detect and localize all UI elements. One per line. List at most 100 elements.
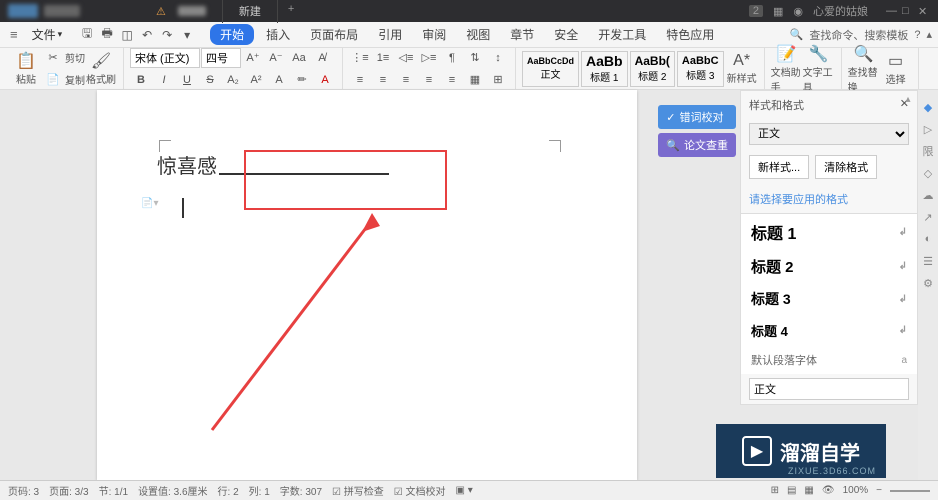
notification-badge[interactable]: 2: [749, 5, 763, 17]
document-tab-2[interactable]: 新建: [223, 0, 278, 23]
tab-start[interactable]: 开始: [210, 24, 254, 45]
clear-format-panel-button[interactable]: 清除格式: [815, 155, 877, 179]
tab-layout[interactable]: 页面布局: [302, 24, 366, 45]
status-spell-check[interactable]: ☑ 拼写检查: [332, 483, 384, 498]
sidebar-styles-icon[interactable]: ◆: [921, 100, 935, 114]
strikethrough-icon[interactable]: S: [200, 70, 220, 90]
superscript-icon[interactable]: A²: [246, 70, 266, 90]
doc-assist-button[interactable]: 📝文档助手: [771, 44, 803, 94]
spell-check-button[interactable]: ✓ 错词校对: [658, 105, 736, 129]
view-read-icon[interactable]: 👁: [822, 485, 835, 496]
user-avatar-icon[interactable]: ◉: [793, 5, 803, 18]
text-effect-icon[interactable]: A: [269, 70, 289, 90]
hamburger-icon[interactable]: ≡: [6, 25, 22, 44]
style-filter-input[interactable]: [749, 378, 909, 400]
show-marks-icon[interactable]: ¶: [442, 48, 462, 68]
print-icon[interactable]: 🖶: [98, 26, 116, 44]
zoom-out-icon[interactable]: −: [876, 485, 882, 496]
tab-review[interactable]: 审阅: [414, 24, 454, 45]
new-style-button[interactable]: A*新样式: [726, 52, 758, 85]
align-right-icon[interactable]: ≡: [396, 70, 416, 90]
maximize-button[interactable]: □: [902, 5, 914, 17]
distribute-icon[interactable]: ≡: [442, 70, 462, 90]
status-line[interactable]: 行: 2: [218, 483, 239, 498]
style-normal[interactable]: AaBbCcDd 正文: [522, 51, 579, 87]
change-case-icon[interactable]: Aa: [289, 48, 309, 68]
status-page-num[interactable]: 页码: 3: [8, 483, 39, 498]
redo-icon[interactable]: ↷: [158, 26, 176, 44]
status-pages[interactable]: 页面: 3/3: [49, 483, 88, 498]
status-word-count[interactable]: 字数: 307: [280, 483, 322, 498]
paste-button[interactable]: 📋粘贴: [10, 51, 42, 86]
help-icon[interactable]: ?: [914, 29, 920, 41]
document-tab-1[interactable]: ⚠: [140, 0, 223, 23]
tab-security[interactable]: 安全: [546, 24, 586, 45]
sidebar-gear-icon[interactable]: ⚙: [921, 276, 935, 290]
zoom-level[interactable]: 100%: [843, 485, 869, 496]
sidebar-clip-icon[interactable]: ◐: [921, 232, 935, 246]
align-center-icon[interactable]: ≡: [373, 70, 393, 90]
copy-icon[interactable]: 📄: [43, 70, 63, 90]
size-select[interactable]: [201, 48, 241, 68]
style-heading2[interactable]: AaBb( 标题 2: [630, 51, 675, 87]
minimize-button[interactable]: —: [886, 5, 898, 17]
bullet-list-icon[interactable]: ⋮≡: [350, 48, 370, 68]
sidebar-list-icon[interactable]: ☰: [921, 254, 935, 268]
new-tab-button[interactable]: +: [278, 0, 304, 23]
collapse-icon[interactable]: ▴: [926, 28, 932, 41]
align-left-icon[interactable]: ≡: [350, 70, 370, 90]
style-heading3[interactable]: AaBbC 标题 3: [677, 51, 724, 87]
sidebar-cloud-icon[interactable]: ☁: [921, 188, 935, 202]
status-set-value[interactable]: 设置值: 3.6厘米: [138, 483, 207, 498]
highlight-icon[interactable]: ✏: [292, 70, 312, 90]
tab-insert[interactable]: 插入: [258, 24, 298, 45]
dropdown-icon[interactable]: ▾: [178, 26, 196, 44]
tab-special[interactable]: 特色应用: [658, 24, 722, 45]
sidebar-share-icon[interactable]: ↗: [921, 210, 935, 224]
tab-developer[interactable]: 开发工具: [590, 24, 654, 45]
subscript-icon[interactable]: A₂: [223, 70, 243, 90]
increase-font-icon[interactable]: A⁺: [243, 48, 263, 68]
find-replace-button[interactable]: 🔍查找替换: [848, 44, 880, 94]
style-item-h1[interactable]: 标题 1↲: [741, 214, 917, 250]
cut-icon[interactable]: ✂: [43, 48, 63, 68]
status-doc-check[interactable]: ☑ 文档校对: [394, 483, 446, 498]
style-item-default-font[interactable]: 默认段落字体a: [741, 346, 917, 374]
style-item-h3[interactable]: 标题 3↲: [741, 283, 917, 315]
line-spacing-icon[interactable]: ↕: [488, 48, 508, 68]
decrease-font-icon[interactable]: A⁻: [266, 48, 286, 68]
sidebar-shape-icon[interactable]: ◇: [921, 166, 935, 180]
style-item-h2[interactable]: 标题 2↲: [741, 250, 917, 283]
view-mode-icon[interactable]: ⊞: [771, 485, 779, 496]
select-button[interactable]: ▭选择: [880, 51, 912, 86]
style-item-h4[interactable]: 标题 4↲: [741, 315, 917, 346]
indent-decrease-icon[interactable]: ◁≡: [396, 48, 416, 68]
status-section[interactable]: 节: 1/1: [99, 483, 128, 498]
underline-icon[interactable]: U: [177, 70, 197, 90]
shading-icon[interactable]: ▦: [465, 70, 485, 90]
text-tools-button[interactable]: 🔧文字工具: [803, 44, 835, 94]
tab-view[interactable]: 视图: [458, 24, 498, 45]
sidebar-limit-icon[interactable]: 限: [921, 144, 935, 158]
clear-format-icon[interactable]: A̸: [312, 48, 332, 68]
italic-icon[interactable]: I: [154, 70, 174, 90]
indent-increase-icon[interactable]: ▷≡: [419, 48, 439, 68]
scroll-top-icon[interactable]: ▴: [902, 94, 914, 105]
status-track-changes[interactable]: ▣ ▾: [456, 485, 473, 496]
close-button[interactable]: ✕: [918, 5, 930, 17]
align-justify-icon[interactable]: ≡: [419, 70, 439, 90]
bold-icon[interactable]: B: [131, 70, 151, 90]
search-icon[interactable]: 🔍: [790, 28, 804, 41]
current-style-select[interactable]: 正文: [749, 123, 909, 145]
paper-check-button[interactable]: 🔍 论文查重: [658, 133, 736, 157]
number-list-icon[interactable]: 1≡: [373, 48, 393, 68]
search-placeholder[interactable]: 查找命令、搜索模板: [809, 27, 908, 43]
tabs-icon[interactable]: ⊞: [488, 70, 508, 90]
style-heading1[interactable]: AaBb 标题 1: [581, 51, 628, 87]
new-style-panel-button[interactable]: 新样式...: [749, 155, 809, 179]
tab-section[interactable]: 章节: [502, 24, 542, 45]
save-icon[interactable]: 🖫: [78, 26, 96, 44]
grid-icon[interactable]: ▦: [773, 5, 783, 18]
font-select[interactable]: [130, 48, 200, 68]
text-direction-icon[interactable]: ⇅: [465, 48, 485, 68]
